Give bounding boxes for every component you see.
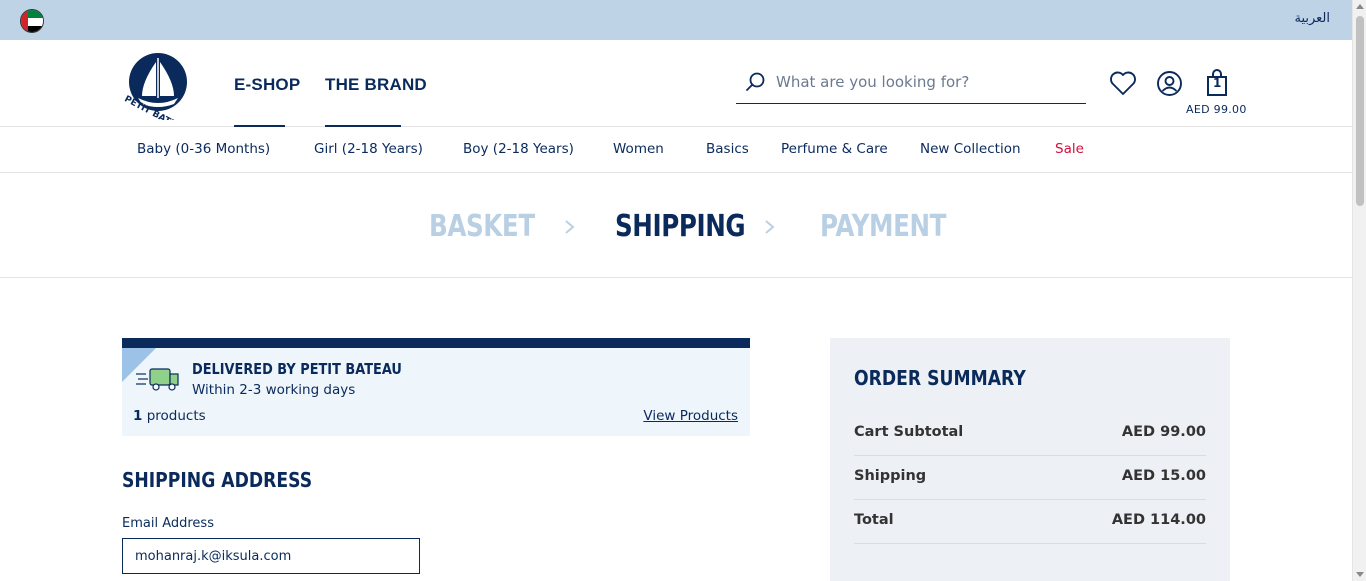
nav-brand-link[interactable]: THE BRAND xyxy=(325,75,427,95)
category-new-collection[interactable]: New Collection xyxy=(920,141,1021,157)
search-icon[interactable] xyxy=(744,71,766,93)
search-bar xyxy=(736,62,1086,104)
delivery-subtitle: Within 2-3 working days xyxy=(192,382,356,398)
product-count: 1 products xyxy=(133,408,206,424)
scrollbar-thumb[interactable] xyxy=(1356,16,1364,206)
uae-flag-icon[interactable] xyxy=(20,9,44,33)
email-label: Email Address xyxy=(122,516,214,531)
chevron-right-icon xyxy=(765,220,775,234)
scroll-up-arrow-icon[interactable] xyxy=(1356,4,1364,9)
summary-label: Total xyxy=(854,512,894,528)
category-baby[interactable]: Baby (0-36 Months) xyxy=(137,141,270,157)
summary-label: Cart Subtotal xyxy=(854,424,964,440)
summary-value: AED 114.00 xyxy=(1111,512,1206,528)
wishlist-heart-icon[interactable] xyxy=(1109,70,1137,96)
page-scrollbar[interactable] xyxy=(1352,0,1366,581)
category-basics[interactable]: Basics xyxy=(706,141,749,157)
cart-count-badge: 1 xyxy=(1213,76,1222,90)
summary-value: AED 99.00 xyxy=(1121,424,1206,440)
category-women[interactable]: Women xyxy=(613,141,664,157)
scroll-down-arrow-icon[interactable] xyxy=(1356,572,1364,577)
view-products-link[interactable]: View Products xyxy=(643,408,738,424)
product-count-number: 1 xyxy=(133,408,143,424)
category-perfume-care[interactable]: Perfume & Care xyxy=(781,141,888,157)
summary-row-subtotal: Cart Subtotal AED 99.00 xyxy=(854,412,1206,456)
account-user-icon[interactable] xyxy=(1156,70,1183,97)
email-field[interactable] xyxy=(122,538,420,574)
step-shipping: SHIPPING xyxy=(615,209,746,244)
category-girl[interactable]: Girl (2-18 Years) xyxy=(314,141,423,157)
delivery-info-box: DELIVERED BY PETIT BATEAU Within 2-3 wor… xyxy=(122,338,750,436)
product-count-suffix: products xyxy=(142,408,206,424)
order-summary-panel: ORDER SUMMARY Cart Subtotal AED 99.00 Sh… xyxy=(830,338,1230,581)
summary-label: Shipping xyxy=(854,468,927,484)
top-bar: العربية xyxy=(0,0,1352,40)
language-switch-link[interactable]: العربية xyxy=(1294,11,1330,26)
chevron-right-icon xyxy=(565,220,575,234)
order-summary-title: ORDER SUMMARY xyxy=(854,366,1026,390)
nav-eshop-link[interactable]: E-SHOP xyxy=(234,75,300,95)
petit-bateau-logo[interactable]: PETIT BATEAU xyxy=(118,48,198,120)
category-boy[interactable]: Boy (2-18 Years) xyxy=(463,141,574,157)
search-input[interactable] xyxy=(776,70,1076,94)
delivery-title: DELIVERED BY PETIT BATEAU xyxy=(192,360,402,378)
category-nav: Baby (0-36 Months) Girl (2-18 Years) Boy… xyxy=(0,127,1352,173)
site-header: PETIT BATEAU E-SHOP THE BRAND 1 AED 99.0… xyxy=(0,40,1352,127)
checkout-steps: BASKET SHIPPING PAYMENT xyxy=(0,173,1352,278)
summary-row-total: Total AED 114.00 xyxy=(854,500,1206,544)
summary-row-shipping: Shipping AED 15.00 xyxy=(854,456,1206,500)
delivery-truck-icon xyxy=(136,368,179,391)
summary-value: AED 15.00 xyxy=(1121,468,1206,484)
category-sale[interactable]: Sale xyxy=(1055,141,1084,157)
shipping-address-title: SHIPPING ADDRESS xyxy=(122,468,313,492)
step-payment: PAYMENT xyxy=(820,209,947,244)
cart-total-label: AED 99.00 xyxy=(1186,103,1247,116)
step-basket[interactable]: BASKET xyxy=(429,209,535,244)
